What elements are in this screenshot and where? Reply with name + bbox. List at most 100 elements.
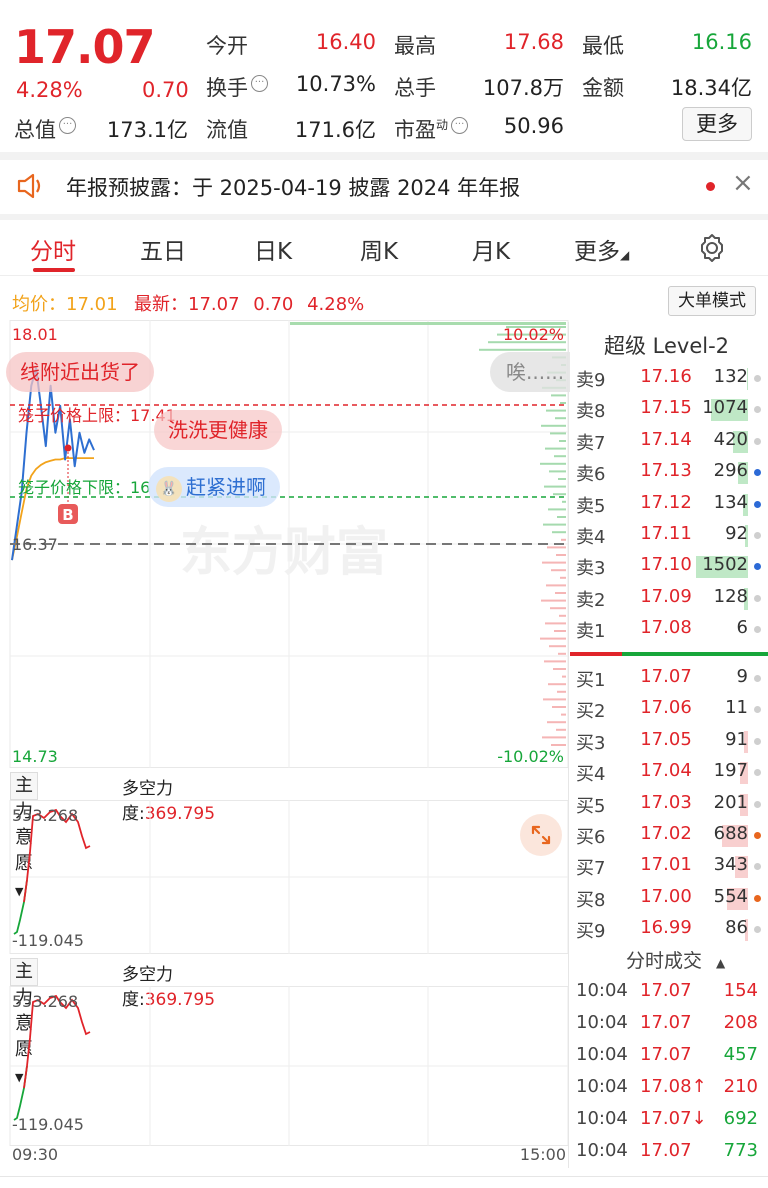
order-book-row[interactable]: 买8 17.00 554 xyxy=(570,882,768,914)
depth-bar xyxy=(552,531,566,534)
level2-title: 超级 Level-2 xyxy=(604,334,730,358)
order-book-row[interactable]: 买6 17.02 688 xyxy=(570,819,768,851)
more-button[interactable]: 更多 xyxy=(682,107,752,141)
order-volume: 688 xyxy=(713,823,748,844)
trade-volume: 208 xyxy=(723,1012,758,1033)
order-book-row[interactable]: 卖1 17.08 6 xyxy=(570,613,768,645)
notice-text: 年报预披露：于 2025-04-19 披露 2024 年年报 xyxy=(66,176,521,200)
order-price: 17.11 xyxy=(640,523,692,544)
depth-bar xyxy=(540,637,566,640)
big-order-mode-button[interactable]: 大单模式 xyxy=(668,286,756,316)
trade-row: 10:04 17.07 154 xyxy=(570,978,768,1010)
depth-bar xyxy=(544,485,566,488)
order-level-label: 卖9 xyxy=(576,370,606,391)
order-book: 超级 Level-2 卖9 17.16 132 卖8 17.15 1074 卖7 17.14 4… xyxy=(570,322,768,946)
mktcap-label[interactable]: 总值 ··· xyxy=(14,114,76,144)
pct-min-label: -10.02% xyxy=(497,747,564,766)
order-level-label: 买7 xyxy=(576,858,606,880)
order-book-row[interactable]: 卖4 17.11 92 xyxy=(570,519,768,551)
sub1-indicator-dropdown[interactable]: 主力意愿 ▼ xyxy=(10,772,38,898)
trades-title[interactable]: 分时成交 ▲ xyxy=(626,946,725,973)
order-book-row[interactable]: 买7 17.01 343 xyxy=(570,850,768,882)
order-level-label: 买1 xyxy=(576,670,606,691)
tab-five-day[interactable]: 五日 xyxy=(140,232,186,266)
danmaku-bubble[interactable]: 洗洗更健康 xyxy=(154,410,282,450)
order-book-row[interactable]: 买5 17.03 201 xyxy=(570,788,768,820)
settings-gear-icon[interactable] xyxy=(696,232,728,264)
danmaku-bubble[interactable]: 🐰 赶紧进啊 xyxy=(148,467,280,507)
tab-more[interactable]: 更多◢ xyxy=(574,232,629,266)
sub2-top-label: 553.268 xyxy=(12,992,78,1011)
pct-max-label: 10.02% xyxy=(503,325,564,344)
order-book-row[interactable]: 买3 17.05 91 xyxy=(570,725,768,757)
time-end-label: 15:00 xyxy=(520,1145,566,1164)
turnover-label[interactable]: 换手 ··· xyxy=(206,72,268,102)
high-label: 最高 xyxy=(394,34,436,58)
order-book-row[interactable]: 买1 17.07 9 xyxy=(570,662,768,694)
watermark: 东方财富 xyxy=(180,523,388,583)
depth-bar xyxy=(557,690,566,693)
order-price: 17.03 xyxy=(640,791,692,813)
upper-limit-label: 笼子价格上限：17.41 xyxy=(18,406,176,425)
trade-price: 17.07 xyxy=(640,1140,692,1161)
trade-row: 10:04 17.07 208 xyxy=(570,1010,768,1042)
open-value: 16.40 xyxy=(315,30,376,54)
buy-marker-label: B xyxy=(62,506,73,524)
order-price: 17.00 xyxy=(640,885,692,907)
status-dot xyxy=(754,926,761,934)
order-price: 17.08 xyxy=(640,617,692,639)
order-book-row[interactable]: 买2 17.06 11 xyxy=(570,693,768,725)
avg-label: 均价： xyxy=(12,294,66,315)
order-book-row[interactable]: 卖5 17.12 134 xyxy=(570,488,768,520)
tab-daily-k[interactable]: 日K xyxy=(254,232,292,266)
order-level-label: 买5 xyxy=(576,795,606,817)
order-volume: 420 xyxy=(713,428,748,450)
order-book-row[interactable]: 卖7 17.14 420 xyxy=(570,425,768,457)
order-price: 17.14 xyxy=(640,428,692,450)
expand-button[interactable] xyxy=(520,814,562,856)
depth-bar xyxy=(557,516,566,518)
order-book-row[interactable]: 卖9 17.16 132 xyxy=(570,362,768,394)
panel-divider xyxy=(568,322,569,1168)
danmaku-bubble[interactable]: 唉...... xyxy=(490,352,570,392)
order-level-label: 卖1 xyxy=(576,621,606,643)
tab-weekly-k[interactable]: 周K xyxy=(360,232,398,266)
order-volume: 1502 xyxy=(702,554,748,576)
sub2-indicator-dropdown[interactable]: 主力意愿 ▼ xyxy=(10,958,38,1084)
sub1-grid xyxy=(9,800,569,954)
order-book-row[interactable]: 卖2 17.09 128 xyxy=(570,582,768,614)
bottom-cut-row xyxy=(0,1176,768,1188)
order-price: 17.12 xyxy=(640,491,692,513)
last-price: 17.07 xyxy=(14,20,156,74)
notice-bar[interactable]: 年报预披露：于 2025-04-19 披露 2024 年年报 × xyxy=(0,158,768,214)
depth-bar xyxy=(562,500,566,503)
pe-label[interactable]: 市盈动 ··· xyxy=(394,114,469,144)
trade-volume: 154 xyxy=(723,980,758,1001)
low-label: 最低 xyxy=(582,34,624,58)
close-icon[interactable]: × xyxy=(732,168,754,198)
danmaku-bubble[interactable]: 线附近出货了 xyxy=(6,352,154,392)
tab-intraday[interactable]: 分时 xyxy=(30,232,76,266)
depth-bar xyxy=(555,417,566,420)
sub1-chart[interactable]: 553.268 -119.045 xyxy=(0,800,570,956)
status-dot xyxy=(754,863,761,871)
order-book-row[interactable]: 卖3 17.10 1502 xyxy=(570,550,768,582)
order-book-row[interactable]: 买9 16.99 86 xyxy=(570,913,768,945)
info-icon: ··· xyxy=(59,117,76,134)
sub2-chart[interactable]: 553.268 -119.045 09:30 15:00 xyxy=(0,986,570,1166)
sub1-top-label: 553.268 xyxy=(12,806,78,825)
order-book-row[interactable]: 买4 17.04 197 xyxy=(570,756,768,788)
level2-header[interactable]: 超级 Level-2 xyxy=(570,322,768,362)
caret-up-icon: ▲ xyxy=(716,956,726,970)
float-value: 171.6亿 xyxy=(294,118,376,142)
change-percent: 4.28% xyxy=(16,78,83,102)
expand-icon xyxy=(531,825,551,845)
open-label: 今开 xyxy=(206,34,248,58)
order-book-row[interactable]: 卖8 17.15 1074 xyxy=(570,393,768,425)
order-book-row[interactable]: 卖6 17.13 296 xyxy=(570,456,768,488)
order-volume: 6 xyxy=(736,617,748,639)
tab-monthly-k[interactable]: 月K xyxy=(472,232,510,266)
order-price: 17.16 xyxy=(640,366,692,387)
order-volume: 91 xyxy=(725,728,748,750)
book-divider xyxy=(570,652,768,656)
